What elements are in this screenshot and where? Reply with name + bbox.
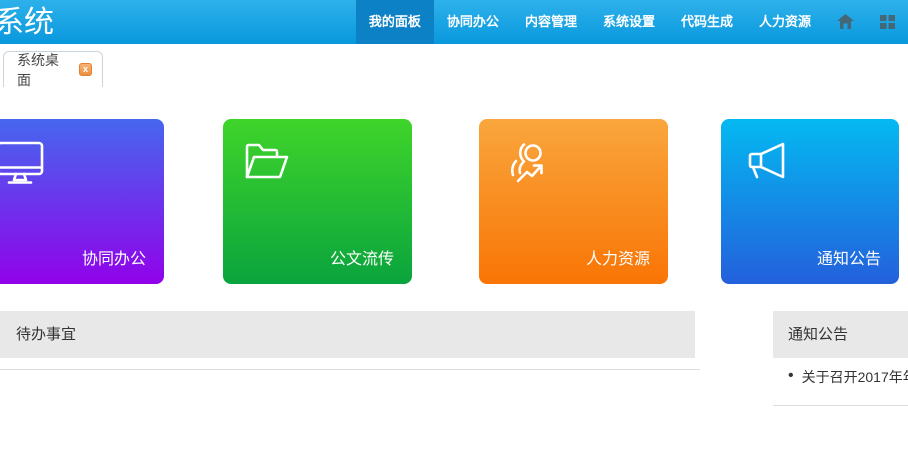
nav-item-collaboration[interactable]: 协同办公 (434, 0, 512, 44)
tab-bar: 系统桌面 x (0, 44, 908, 90)
tile-human-resources[interactable]: 人力资源 (479, 119, 668, 284)
tile-label: 人力资源 (586, 245, 650, 269)
nav-item-my-dashboard[interactable]: 我的面板 (356, 0, 434, 44)
notice-item-text: 关于召开2017年年 (802, 367, 908, 387)
bullet-icon: • (773, 367, 802, 387)
nav-item-human-resources[interactable]: 人力资源 (746, 0, 824, 44)
app-window: 系统 我的面板 协同办公 内容管理 系统设置 代码生成 人力资源 系统桌面 x (0, 0, 908, 454)
nav-item-system-settings[interactable]: 系统设置 (590, 0, 668, 44)
tile-label: 公文流传 (330, 245, 394, 269)
notice-list-item[interactable]: • 关于召开2017年年 (773, 363, 908, 391)
tile-collaboration[interactable]: 协同办公 (0, 119, 164, 284)
notice-panel-header: 通知公告 (773, 311, 908, 358)
top-navbar: 系统 我的面板 协同办公 内容管理 系统设置 代码生成 人力资源 (0, 0, 908, 44)
nav-item-content-management[interactable]: 内容管理 (512, 0, 590, 44)
home-icon[interactable] (824, 0, 867, 44)
folder-open-icon (244, 141, 290, 183)
todo-panel-header: 待办事宜 (0, 311, 695, 358)
person-arrow-icon (503, 141, 553, 189)
monitor-icon (0, 141, 44, 187)
app-title: 系统 (0, 0, 54, 44)
tile-label: 协同办公 (82, 245, 146, 269)
tile-document-flow[interactable]: 公文流传 (223, 119, 412, 284)
grid-icon[interactable] (867, 0, 908, 44)
todo-panel-divider (0, 369, 700, 370)
tab-system-desktop[interactable]: 系统桌面 x (3, 51, 103, 87)
notice-panel-divider (773, 405, 908, 406)
tile-notices[interactable]: 通知公告 (721, 119, 899, 284)
tab-label: 系统桌面 (17, 50, 71, 90)
tile-label: 通知公告 (817, 245, 881, 269)
nav-item-code-generation[interactable]: 代码生成 (668, 0, 746, 44)
megaphone-icon (743, 141, 791, 185)
main-menu: 我的面板 协同办公 内容管理 系统设置 代码生成 人力资源 (356, 0, 908, 44)
close-tab-icon[interactable]: x (79, 63, 92, 76)
